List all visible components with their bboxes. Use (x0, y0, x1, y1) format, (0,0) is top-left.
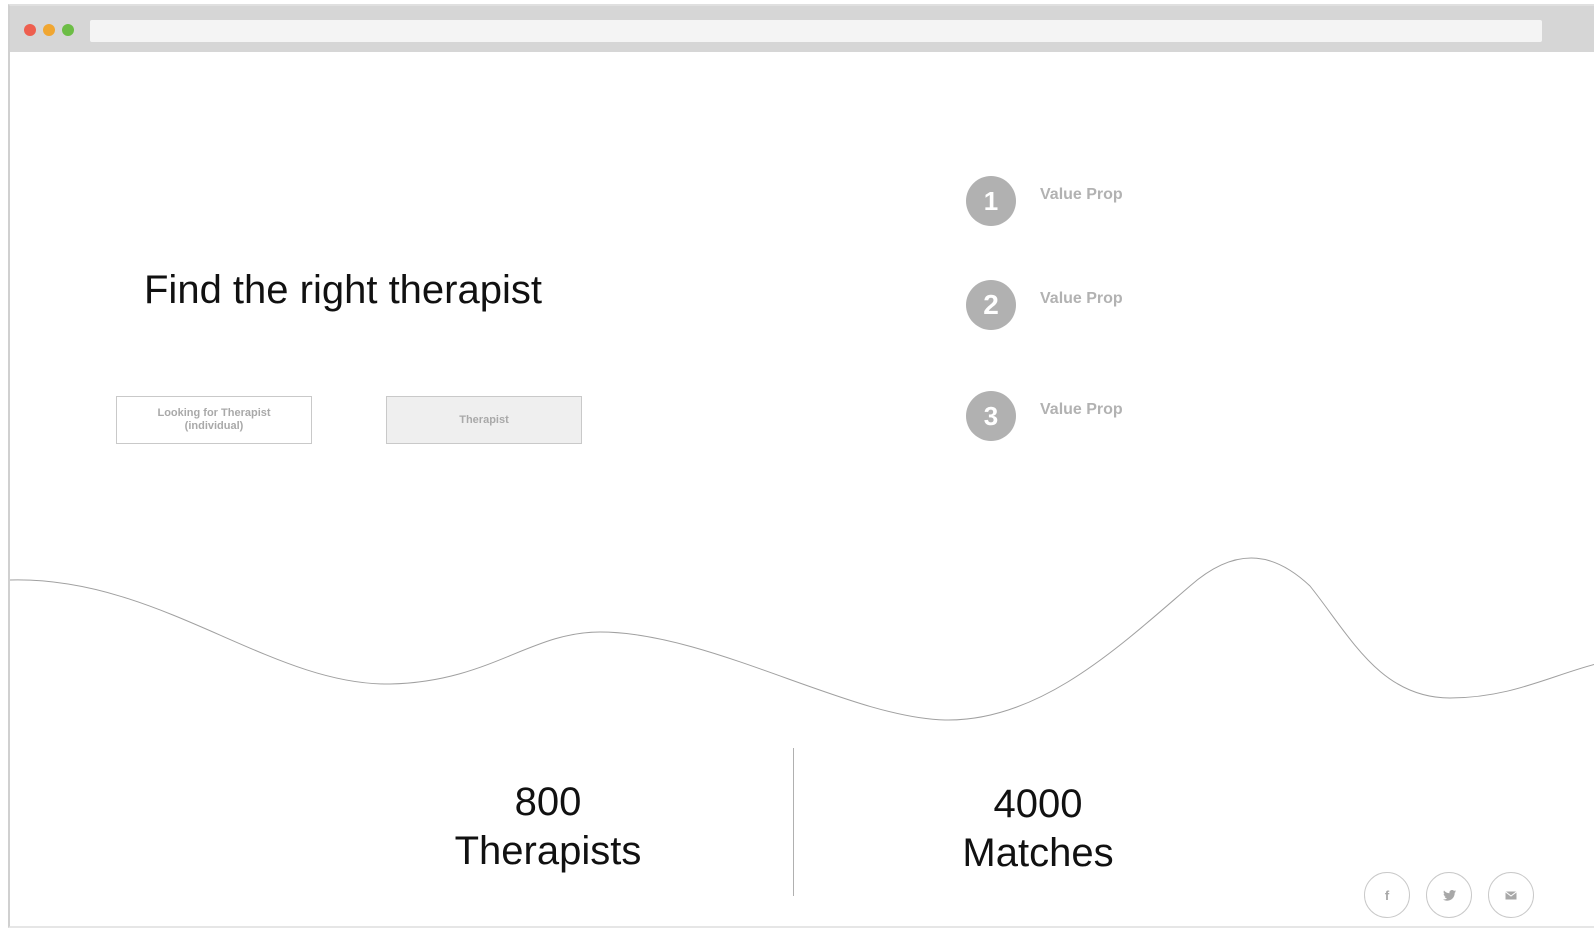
value-prop-1: 1 Value Prop (966, 176, 1123, 226)
browser-window: Find the right therapist Looking for The… (8, 4, 1594, 928)
twitter-icon[interactable] (1426, 872, 1472, 918)
decorative-wave-divider (10, 557, 1594, 721)
envelope-glyph (1505, 890, 1517, 899)
stat-label: Matches (962, 831, 1114, 875)
browser-toolbar (10, 6, 1594, 52)
value-prop-number-badge: 1 (966, 176, 1016, 226)
value-prop-number-badge: 3 (966, 391, 1016, 441)
stats-divider (793, 748, 794, 896)
minimize-window-dot[interactable] (43, 24, 55, 36)
value-prop-label: Value Prop (1040, 290, 1123, 307)
value-prop-label: Value Prop (1040, 401, 1123, 418)
stat-value: 4000 (993, 782, 1083, 826)
value-prop-label: Value Prop (1040, 186, 1123, 203)
address-bar[interactable] (90, 20, 1542, 42)
stat-value: 800 (514, 780, 582, 824)
looking-for-therapist-button[interactable]: Looking for Therapist (individual) (116, 396, 312, 444)
value-prop-3: 3 Value Prop (966, 391, 1123, 441)
value-prop-2: 2 Value Prop (966, 280, 1123, 330)
twitter-bird-glyph (1442, 889, 1456, 901)
stat-matches: 4000 Matches (888, 780, 1188, 878)
stat-therapists: 800 Therapists (398, 778, 698, 876)
hero-title: Find the right therapist (144, 268, 542, 312)
stat-label: Therapists (454, 829, 642, 873)
maximize-window-dot[interactable] (62, 24, 74, 36)
facebook-icon[interactable]: f (1364, 872, 1410, 918)
email-icon[interactable] (1488, 872, 1534, 918)
value-prop-number-badge: 2 (966, 280, 1016, 330)
close-window-dot[interactable] (24, 24, 36, 36)
therapist-button[interactable]: Therapist (386, 396, 582, 444)
